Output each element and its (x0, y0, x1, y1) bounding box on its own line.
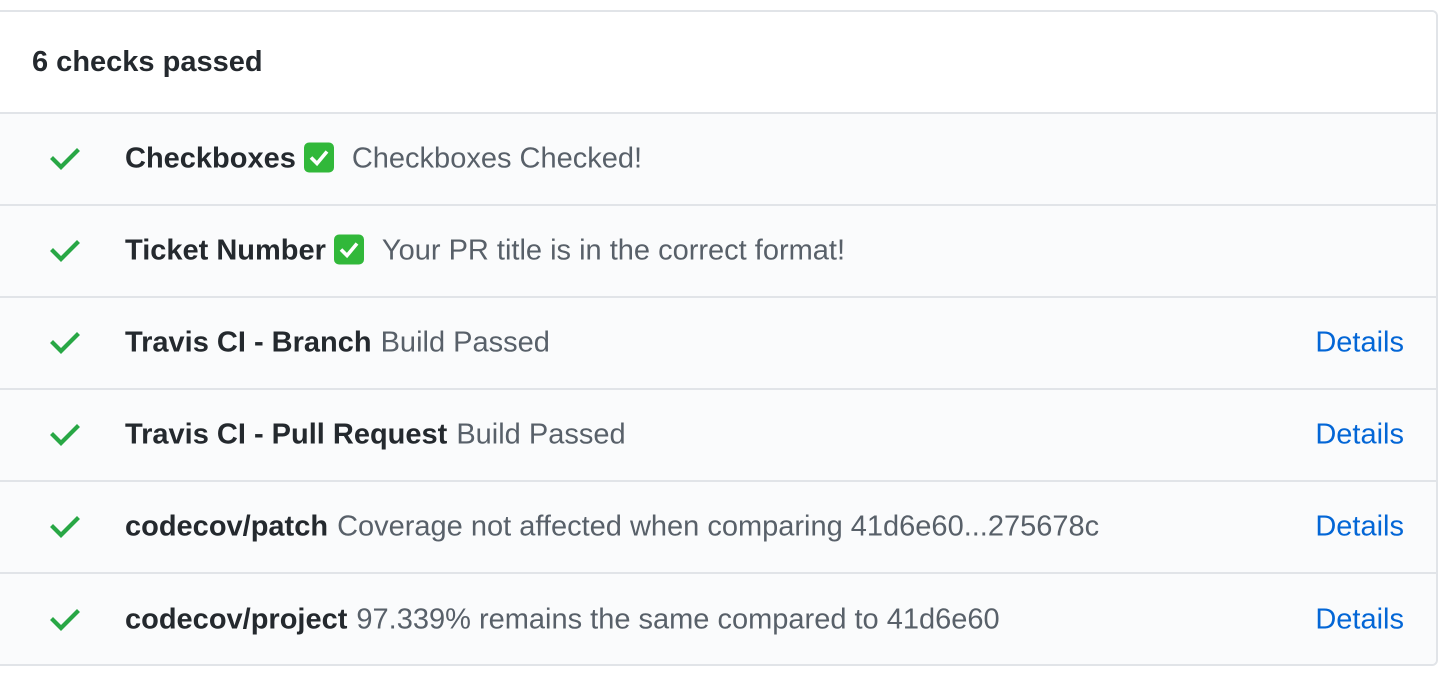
details-link[interactable]: Details (1315, 419, 1404, 452)
check-icon (50, 516, 80, 538)
details-link[interactable]: Details (1315, 511, 1404, 544)
check-name: Checkboxes (125, 142, 296, 175)
check-icon (50, 148, 80, 170)
check-icon (50, 240, 80, 262)
check-text: codecov/project 97.339% remains the same… (125, 604, 1000, 637)
check-text: Checkboxes Checkboxes Checked! (125, 142, 643, 176)
check-row-ticket-number: Ticket Number Your PR title is in the co… (0, 206, 1436, 298)
check-text: Travis CI - Branch Build Passed (125, 327, 550, 360)
check-row-codecov-project: codecov/project 97.339% remains the same… (0, 574, 1436, 664)
check-text: Travis CI - Pull Request Build Passed (125, 419, 626, 452)
white-check-mark-emoji-icon (303, 142, 334, 172)
check-description: Coverage not affected when comparing 41d… (337, 510, 1100, 543)
check-row-codecov-patch: codecov/patch Coverage not affected when… (0, 482, 1436, 574)
check-description: Build Passed (456, 418, 626, 451)
checks-summary-title: 6 checks passed (32, 45, 263, 78)
check-name: codecov/project (125, 603, 348, 636)
check-name: Travis CI - Branch (125, 326, 372, 359)
check-row-checkboxes: Checkboxes Checkboxes Checked! (0, 114, 1436, 206)
white-check-mark-emoji-icon (333, 234, 364, 264)
checks-header: 6 checks passed (0, 12, 1436, 114)
check-icon (50, 424, 80, 446)
check-row-travis-pull-request: Travis CI - Pull Request Build Passed De… (0, 390, 1436, 482)
check-name: Ticket Number (125, 234, 326, 267)
check-icon (50, 332, 80, 354)
check-text: Ticket Number Your PR title is in the co… (125, 234, 846, 268)
details-link[interactable]: Details (1315, 327, 1404, 360)
checks-panel: 6 checks passed Checkboxes Checkboxes Ch… (0, 10, 1438, 666)
check-row-travis-branch: Travis CI - Branch Build Passed Details (0, 298, 1436, 390)
check-description: Checkboxes Checked! (351, 142, 643, 175)
check-name: codecov/patch (125, 510, 329, 543)
details-link[interactable]: Details (1315, 604, 1404, 637)
check-name: Travis CI - Pull Request (125, 418, 448, 451)
check-description: Build Passed (380, 326, 550, 359)
check-description: 97.339% remains the same compared to 41d… (356, 603, 1000, 636)
check-icon (50, 609, 80, 631)
check-description: Your PR title is in the correct format! (381, 234, 846, 267)
check-text: codecov/patch Coverage not affected when… (125, 511, 1099, 544)
